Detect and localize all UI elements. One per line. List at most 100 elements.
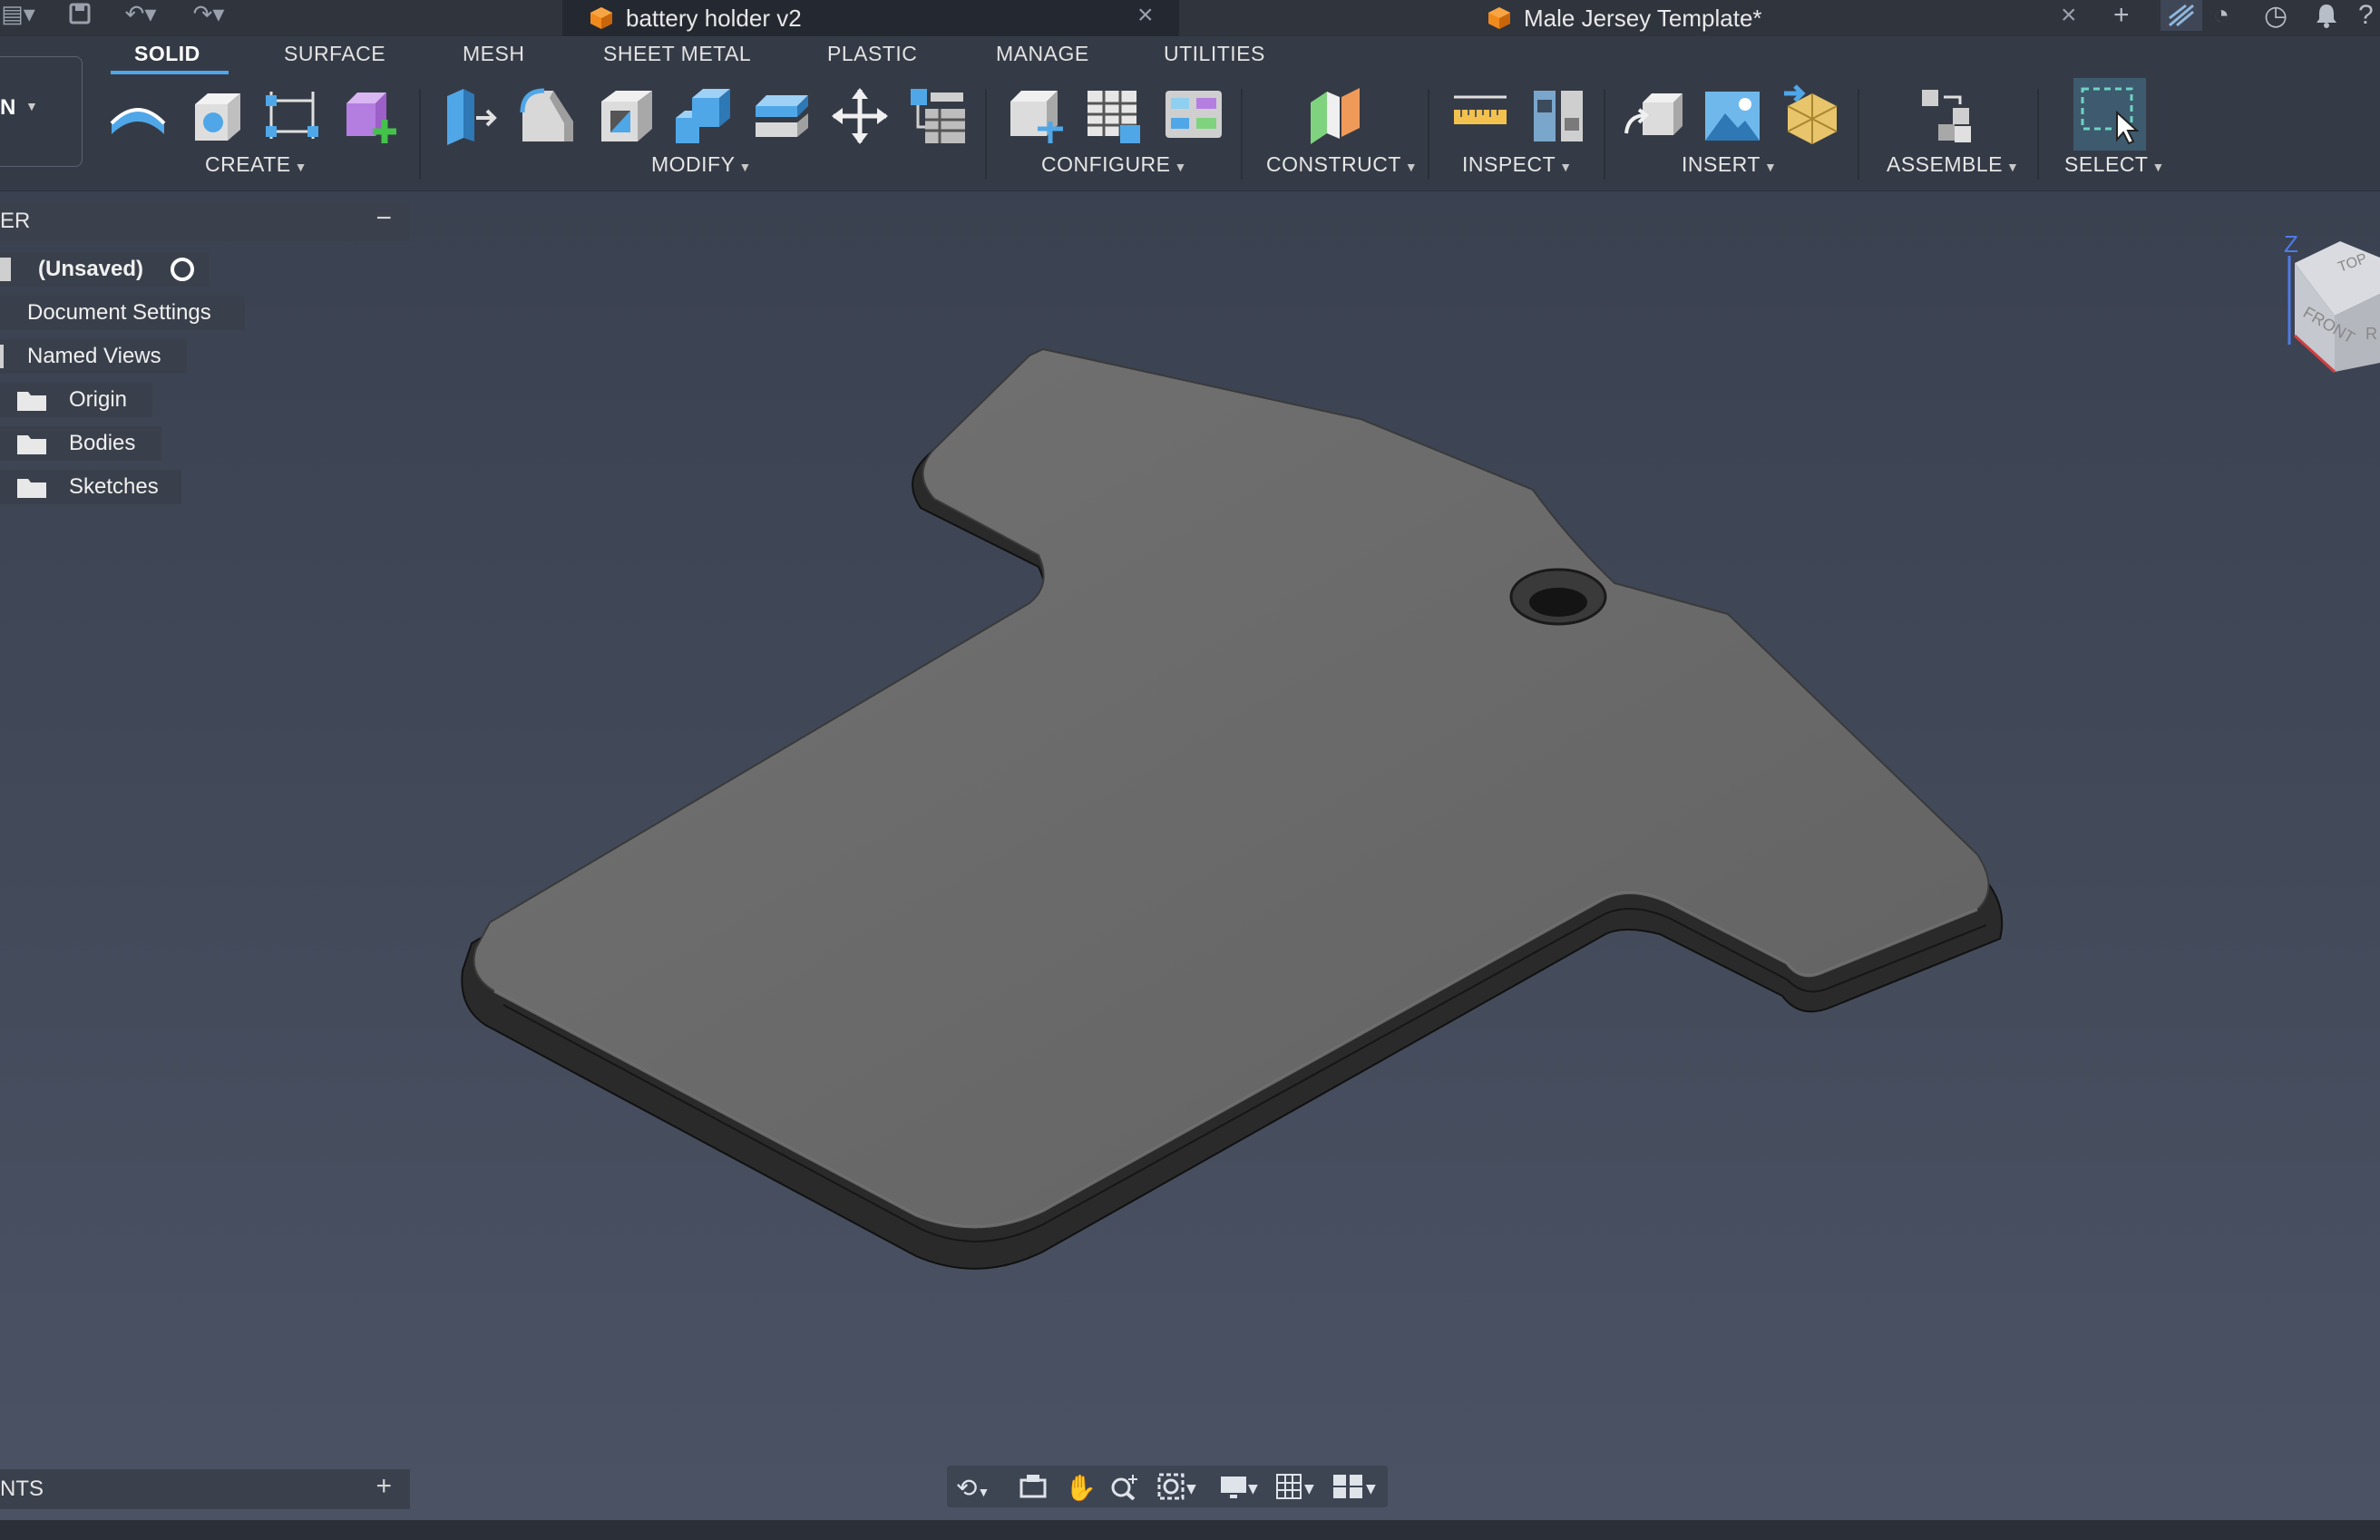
tab-solid[interactable]: SOLID: [134, 42, 200, 66]
tab-title: Male Jersey Template*: [1524, 4, 1762, 32]
display-settings-icon[interactable]: ▼: [1219, 1473, 1259, 1506]
browser-item-label: Sketches: [69, 474, 159, 499]
fillet-icon[interactable]: [515, 83, 580, 149]
configuration-table-icon[interactable]: [1081, 83, 1146, 149]
tab-plastic[interactable]: PLASTIC: [827, 42, 917, 66]
visibility-marker: [0, 345, 4, 368]
tab-title: battery holder v2: [626, 4, 802, 32]
toolbar-separator: [2037, 89, 2039, 180]
offset-plane-icon[interactable]: [1304, 83, 1370, 149]
configure-menu[interactable]: CONFIGURE ▼: [1041, 152, 1187, 177]
extrude-icon[interactable]: [185, 83, 250, 149]
tab-sheet-metal[interactable]: SHEET METAL: [603, 42, 751, 66]
create-component-icon[interactable]: [337, 83, 403, 149]
browser-item-label: Document Settings: [27, 300, 211, 325]
hole-bore: [1529, 588, 1587, 617]
browser-item-document-settings[interactable]: Document Settings: [0, 296, 245, 330]
history-icon[interactable]: ◷: [2264, 0, 2287, 31]
save-icon[interactable]: [62, 0, 98, 27]
3d-viewport[interactable]: [0, 191, 2380, 1520]
workspace-label: N: [0, 95, 16, 120]
z-axis-label: Z: [2284, 230, 2298, 258]
tab-surface[interactable]: SURFACE: [284, 42, 385, 66]
tab-battery-holder[interactable]: battery holder v2: [562, 0, 1179, 36]
insert-menu[interactable]: INSERT ▼: [1682, 152, 1777, 177]
theme-table-icon[interactable]: [1161, 83, 1226, 149]
look-at-icon[interactable]: [1019, 1473, 1047, 1505]
move-copy-icon[interactable]: [827, 83, 892, 149]
assemble-menu[interactable]: ASSEMBLE ▼: [1887, 152, 2019, 177]
create-menu[interactable]: CREATE ▼: [205, 152, 307, 177]
orbit-icon[interactable]: ⟲▼: [956, 1473, 990, 1503]
collapse-panel-icon[interactable]: −: [376, 203, 392, 234]
ribbon-toolbar: N ▼ SOLID SURFACE MESH SHEET METAL PLAST…: [0, 36, 2380, 191]
svg-text:▼: ▼: [1248, 1482, 1258, 1496]
new-tab-icon[interactable]: +: [2113, 0, 2130, 31]
extensions-icon[interactable]: [2161, 0, 2202, 31]
caret-down-icon: ▼: [2006, 160, 2020, 174]
pan-hand-icon[interactable]: ✋: [1065, 1473, 1097, 1503]
inspect-menu[interactable]: INSPECT ▼: [1462, 152, 1573, 177]
measure-icon[interactable]: [1448, 83, 1513, 149]
browser-root-item[interactable]: (Unsaved): [0, 252, 209, 287]
add-comment-icon[interactable]: +: [376, 1471, 392, 1502]
file-menu-icon[interactable]: ▤▾: [0, 0, 36, 27]
browser-title: ER: [0, 209, 31, 233]
undo-icon[interactable]: ↶▾: [113, 0, 168, 27]
tab-male-jersey-template[interactable]: Male Jersey Template*: [1460, 0, 2041, 36]
caret-down-icon: ▼: [1763, 160, 1778, 174]
construct-menu[interactable]: CONSTRUCT ▼: [1266, 152, 1418, 177]
close-tab-icon[interactable]: ×: [2061, 0, 2077, 30]
browser-item-origin[interactable]: Origin: [0, 383, 152, 417]
help-icon[interactable]: ?: [2358, 0, 2374, 31]
insert-canvas-icon[interactable]: [1700, 83, 1765, 149]
change-parameters-icon[interactable]: [905, 83, 971, 149]
svg-text:▼: ▼: [1304, 1482, 1314, 1496]
viewports-icon[interactable]: ▼: [1331, 1473, 1380, 1506]
construct-label: CONSTRUCT: [1266, 152, 1401, 176]
fit-icon[interactable]: ▼: [1157, 1473, 1197, 1506]
browser-item-label: Bodies: [69, 431, 136, 455]
close-tab-icon[interactable]: ×: [1137, 0, 1154, 30]
body-top-face[interactable]: [473, 347, 1990, 1228]
insert-mesh-icon[interactable]: [1780, 83, 1845, 149]
grid-settings-icon[interactable]: ▼: [1275, 1473, 1315, 1506]
tab-utilities[interactable]: UTILITIES: [1164, 42, 1265, 66]
job-status-icon[interactable]: ◔: [2213, 0, 2229, 31]
modify-menu[interactable]: MODIFY ▼: [651, 152, 752, 177]
active-radio-icon[interactable]: [171, 258, 195, 281]
tab-manage[interactable]: MANAGE: [996, 42, 1089, 66]
model-canvas[interactable]: [0, 191, 2380, 1520]
browser-item-bodies[interactable]: Bodies: [0, 426, 161, 461]
sketch-dimension-icon[interactable]: [259, 83, 325, 149]
offset-face-icon[interactable]: [749, 83, 814, 149]
toolbar-separator: [419, 89, 421, 180]
browser-item-named-views[interactable]: Named Views: [0, 339, 187, 374]
browser-item-sketches[interactable]: Sketches: [0, 470, 181, 504]
chevron-down-icon: ▼: [25, 99, 38, 113]
select-menu[interactable]: SELECT ▼: [2064, 152, 2165, 177]
folder-icon: [17, 435, 46, 454]
comments-panel-header[interactable]: NTS +: [0, 1469, 410, 1509]
insert-derive-icon[interactable]: [1622, 83, 1687, 149]
browser-item-label: Origin: [69, 387, 128, 412]
new-component-assemble-icon[interactable]: [1916, 83, 1981, 149]
press-pull-icon[interactable]: [435, 83, 501, 149]
shell-icon[interactable]: [594, 83, 659, 149]
caret-down-icon: ▼: [738, 160, 752, 174]
browser-item-label: Named Views: [27, 344, 161, 368]
select-tool-icon[interactable]: [2073, 78, 2146, 151]
zoom-icon[interactable]: [1110, 1473, 1139, 1506]
browser-panel-header[interactable]: ER −: [0, 201, 410, 241]
section-analysis-icon[interactable]: [1526, 83, 1591, 149]
combine-icon[interactable]: [671, 83, 736, 149]
workspace-switcher[interactable]: N ▼: [0, 56, 83, 167]
create-sketch-icon[interactable]: [105, 83, 171, 149]
redo-icon[interactable]: ↷▾: [181, 0, 236, 27]
navigation-bar: ⟲▼ ✋ ▼ ▼ ▼ ▼: [947, 1466, 1388, 1507]
view-cube[interactable]: Z TOP FRONT R: [2268, 227, 2380, 408]
caret-down-icon: ▼: [2151, 160, 2165, 174]
notifications-bell-icon[interactable]: [2315, 0, 2338, 31]
tab-mesh[interactable]: MESH: [463, 42, 524, 66]
configure-design-icon[interactable]: [1003, 83, 1068, 149]
